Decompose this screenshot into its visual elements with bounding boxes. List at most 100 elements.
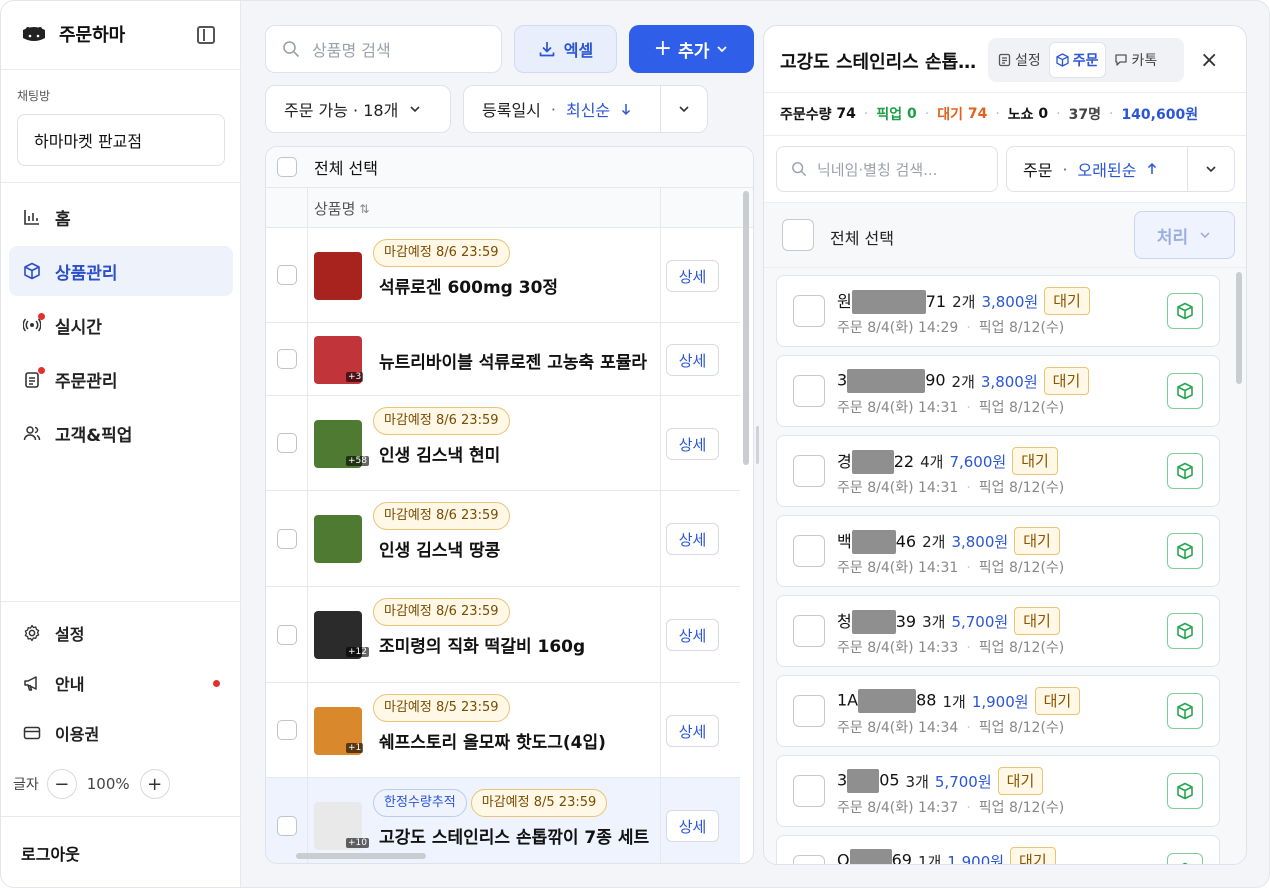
resize-handle[interactable] <box>756 426 759 464</box>
close-icon[interactable]: × <box>1200 48 1218 73</box>
logout-button[interactable]: 로그아웃 <box>21 841 80 865</box>
pickup-box-button[interactable] <box>1167 773 1203 809</box>
table-row[interactable]: 마감예정 8/6 23:59 인생 김스낵 땅콩 상세 <box>266 491 740 587</box>
order-card[interactable]: 1A 88 1개 1,900원 대기 주문 8/4(화) 14:34 · 픽업 8/12(수) <box>776 675 1220 747</box>
status-filter-dropdown[interactable]: 주문 가능 · 18개 <box>265 85 451 133</box>
pickup-box-button[interactable] <box>1167 453 1203 489</box>
detail-button[interactable]: 상세 <box>666 344 719 376</box>
vertical-scrollbar[interactable] <box>743 191 749 465</box>
table-row[interactable]: +1 마감예정 8/5 23:59 쉐프스토리 올모짜 핫도그(4입) 상세 <box>266 683 740 778</box>
add-button[interactable]: + 추가 <box>629 25 754 73</box>
product-name[interactable]: 조미령의 직화 떡갈비 160g <box>379 632 585 657</box>
brand[interactable]: 주문하마 <box>21 21 125 47</box>
product-name[interactable]: 뉴트리바이블 석류로젠 고농축 포뮬라 <box>379 348 647 373</box>
sort-field-button[interactable]: 등록일시 · 최신순 <box>464 86 661 132</box>
room-selector[interactable]: 하마마켓 판교점 <box>17 114 225 166</box>
horizontal-scrollbar[interactable] <box>296 853 426 859</box>
order-card[interactable]: 경 22 4개 7,600원 대기 주문 8/4(화) 14:31 · 픽업 8/12(수) <box>776 435 1220 507</box>
nav-item-customers[interactable]: 고객&픽업 <box>9 408 233 458</box>
order-card[interactable]: 청 39 3개 5,700원 대기 주문 8/4(화) 14:33 · 픽업 8/12(수) <box>776 595 1220 667</box>
order-card[interactable]: O 69 1개 1,900원 대기 <box>776 835 1220 864</box>
detail-button[interactable]: 상세 <box>666 810 719 842</box>
order-quantity: 3개 <box>905 772 929 791</box>
order-sort-button[interactable]: 주문 · 오래된순 <box>1007 147 1188 191</box>
order-checkbox[interactable] <box>793 455 825 487</box>
process-button[interactable]: 처리 <box>1134 211 1235 259</box>
order-checkbox[interactable] <box>793 775 825 807</box>
nav-item-live[interactable]: 실시간 <box>9 300 233 350</box>
customer-search-input[interactable]: 닉네임·별칭 검색... <box>776 146 998 192</box>
row-checkbox[interactable] <box>276 815 297 836</box>
table-row[interactable]: +3 뉴트리바이블 석류로젠 고농축 포뮬라 상세 <box>266 323 740 396</box>
select-all-checkbox[interactable] <box>277 157 297 177</box>
pickup-box-button[interactable] <box>1167 613 1203 649</box>
detail-button[interactable]: 상세 <box>666 428 719 460</box>
excel-button[interactable]: 엑셀 <box>514 25 617 73</box>
detail-button[interactable]: 상세 <box>666 619 719 651</box>
nav-item-orders[interactable]: 주문관리 <box>9 354 233 404</box>
order-card[interactable]: 3 05 3개 5,700원 대기 주문 8/4(화) 14:37 · 픽업 8/12(수) <box>776 755 1220 827</box>
order-card[interactable]: 백 46 2개 3,800원 대기 주문 8/4(화) 14:31 · 픽업 8/12(수) <box>776 515 1220 587</box>
order-checkbox[interactable] <box>793 375 825 407</box>
font-increase-button[interactable]: + <box>139 769 170 799</box>
row-checkbox[interactable] <box>276 720 297 740</box>
font-decrease-button[interactable]: − <box>46 769 77 799</box>
pickup-box-button[interactable] <box>1167 853 1203 864</box>
deadline-badge: 마감예정 8/6 23:59 <box>373 239 510 267</box>
search-icon <box>792 162 807 177</box>
row-checkbox[interactable] <box>276 528 297 549</box>
order-checkbox[interactable] <box>793 615 825 647</box>
tab-orders[interactable]: 주문 <box>1048 42 1106 78</box>
collapse-sidebar-icon[interactable] <box>197 26 215 44</box>
subscription-item[interactable]: 이용권 <box>9 711 233 755</box>
broadcast-icon <box>23 313 45 334</box>
row-checkbox[interactable] <box>276 624 297 645</box>
pickup-box-button[interactable] <box>1167 533 1203 569</box>
pickup-box-button[interactable] <box>1167 693 1203 729</box>
row-checkbox[interactable] <box>276 349 297 369</box>
product-name[interactable]: 인생 김스낵 현미 <box>379 441 500 466</box>
order-checkbox[interactable] <box>793 695 825 727</box>
product-search-input[interactable]: 상품명 검색 <box>265 25 502 73</box>
order-sort-dropdown[interactable] <box>1188 147 1234 191</box>
order-amount: 5,700원 <box>934 772 992 791</box>
detail-button[interactable]: 상세 <box>666 260 719 292</box>
detail-button[interactable]: 상세 <box>666 523 719 555</box>
redacted-name <box>851 450 894 475</box>
table-row[interactable]: +10 한정수량추적 마감예정 8/5 23:59 고강도 스테인리스 손톱깎이 7종… <box>266 778 740 863</box>
row-checkbox[interactable] <box>276 433 297 453</box>
order-checkbox[interactable] <box>793 295 825 327</box>
detail-button[interactable]: 상세 <box>666 715 719 747</box>
chat-icon <box>1114 54 1127 66</box>
notice-item[interactable]: 안내 <box>9 661 233 705</box>
tab-kakao[interactable]: 카톡 <box>1108 42 1164 78</box>
tab-label: 카톡 <box>1131 53 1158 69</box>
product-name[interactable]: 인생 김스낵 땅콩 <box>379 536 500 561</box>
order-checkbox[interactable] <box>793 535 825 567</box>
order-amount: 7,600원 <box>949 452 1007 471</box>
table-row[interactable]: 마감예정 8/6 23:59 석류로겐 600mg 30정 상세 <box>266 228 740 323</box>
row-checkbox[interactable] <box>276 265 297 285</box>
redacted-name <box>847 769 880 793</box>
pickup-box-button[interactable] <box>1167 293 1203 329</box>
settings-item[interactable]: 설정 <box>9 611 233 655</box>
order-select-all-checkbox[interactable] <box>782 219 814 251</box>
sort-dropdown-button[interactable] <box>661 86 707 132</box>
table-row[interactable]: +12 마감예정 8/6 23:59 조미령의 직화 떡갈비 160g 상세 <box>266 587 740 683</box>
nav-item-products[interactable]: 상품관리 <box>9 246 233 296</box>
font-size-control: 글자 − 100% + <box>13 769 170 799</box>
order-checkbox[interactable] <box>793 855 825 864</box>
product-name[interactable]: 쉐프스토리 올모짜 핫도그(4입) <box>379 728 606 753</box>
product-name[interactable]: 석류로겐 600mg 30정 <box>379 273 558 298</box>
nav-item-home[interactable]: 홈 <box>9 192 233 242</box>
order-list-scrollbar[interactable] <box>1236 272 1242 384</box>
tab-settings[interactable]: 설정 <box>992 42 1047 78</box>
pickup-date: 픽업 8/12(수) <box>978 640 1065 656</box>
table-row[interactable]: +58 마감예정 8/6 23:59 인생 김스낵 현미 상세 <box>266 396 740 491</box>
product-name[interactable]: 고강도 스테인리스 손톱깎이 7종 세트 <box>379 823 649 848</box>
pickup-date: 픽업 8/12(수) <box>978 720 1065 736</box>
column-header-name[interactable]: 상품명 ⇅ <box>314 198 369 219</box>
order-card[interactable]: 3 90 2개 3,800원 대기 주문 8/4(화) 14:31 · 픽업 8/12(수) <box>776 355 1220 427</box>
order-card[interactable]: 원 71 2개 3,800원 대기 주문 8/4(화) 14:29 · 픽업 8/12(수) <box>776 275 1220 347</box>
pickup-box-button[interactable] <box>1167 373 1203 409</box>
